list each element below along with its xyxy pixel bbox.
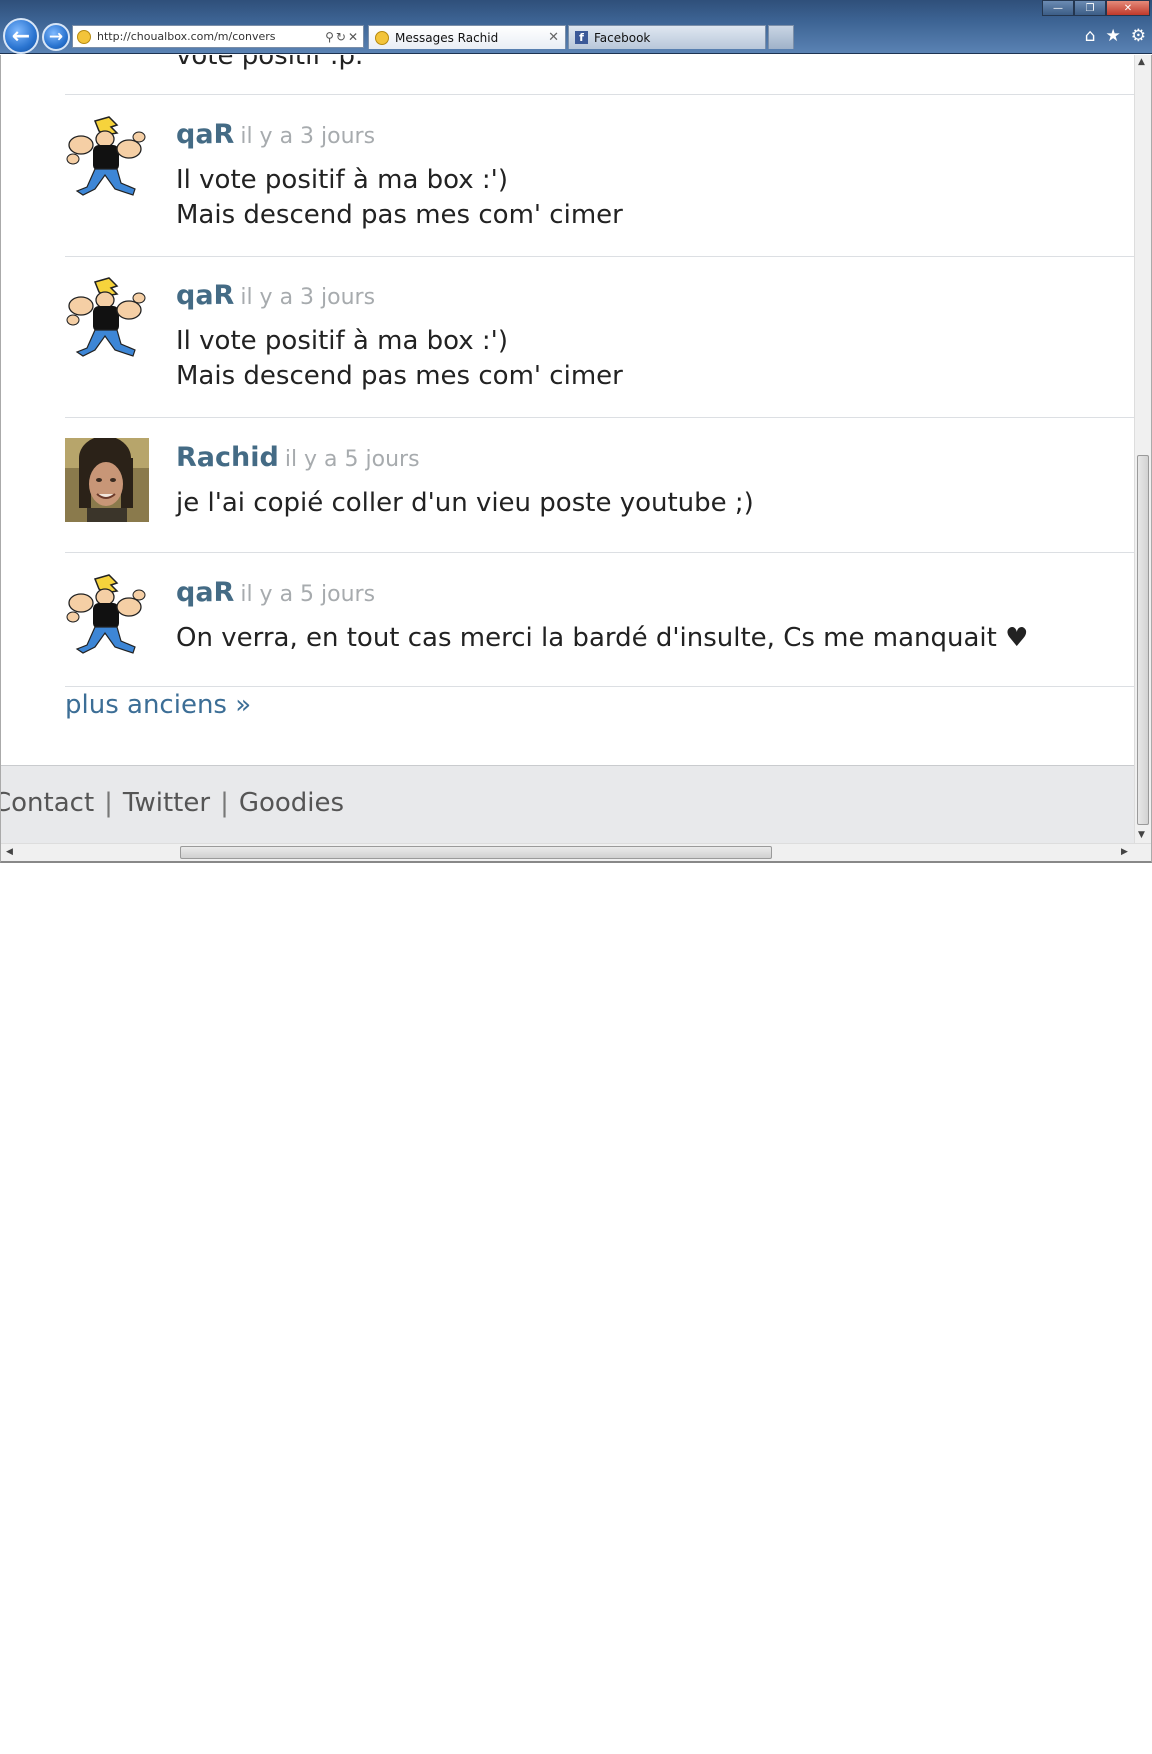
footer-links: Contact | Twitter | Goodies: [1, 788, 344, 818]
stop-icon[interactable]: ✕: [348, 30, 360, 44]
minimize-button[interactable]: —: [1042, 0, 1074, 16]
arrow-right-icon: →: [48, 27, 64, 47]
page-viewport: vote positif :p. qaR il y a 3 jours Il vo…: [0, 55, 1152, 863]
message-author[interactable]: qaR: [176, 119, 234, 150]
message-body: Rachid il y a 5 jours je l'ai copié colle…: [176, 438, 754, 521]
cartoon-avatar[interactable]: [65, 115, 149, 199]
cartoon-avatar[interactable]: [65, 573, 149, 657]
horizontal-scrollbar[interactable]: ◀ ▶: [1, 843, 1151, 861]
message-time: il y a 5 jours: [240, 582, 376, 607]
footer-link-contact[interactable]: Contact: [1, 788, 94, 818]
divider: [65, 256, 1135, 257]
horizontal-scroll-thumb[interactable]: [180, 846, 772, 859]
refresh-icon[interactable]: ↻: [336, 30, 348, 44]
message-text: Il vote positif à ma box :') Mais descen…: [176, 165, 623, 230]
message-time: il y a 3 jours: [240, 285, 376, 310]
footer-link-twitter[interactable]: Twitter: [123, 788, 210, 818]
browser-toolbar: ⌂ ★ ⚙: [1085, 26, 1146, 46]
scroll-left-icon[interactable]: ◀: [6, 847, 13, 857]
scroll-right-icon[interactable]: ▶: [1121, 847, 1128, 857]
message-time: il y a 3 jours: [240, 124, 376, 149]
divider: [65, 686, 1135, 687]
favorites-star-icon[interactable]: ★: [1106, 26, 1121, 46]
restore-button[interactable]: ❐: [1074, 0, 1106, 16]
page-footer: Contact | Twitter | Goodies: [1, 765, 1135, 843]
divider: [65, 94, 1135, 95]
message-body: qaR il y a 3 jours Il vote positif à ma b…: [176, 115, 623, 233]
vertical-scrollbar[interactable]: ▲ ▼: [1134, 55, 1151, 843]
address-url[interactable]: http://choualbox.com/m/convers: [97, 30, 322, 43]
photo-avatar[interactable]: [65, 438, 149, 522]
back-button[interactable]: ←: [3, 18, 39, 54]
close-tab-icon[interactable]: ✕: [548, 30, 559, 45]
scroll-up-icon[interactable]: ▲: [1138, 57, 1145, 67]
footer-separator: |: [104, 788, 113, 818]
message-body: qaR il y a 5 jours On verra, en tout cas …: [176, 573, 1028, 656]
tab-messages[interactable]: Messages Rachid ✕: [368, 25, 566, 49]
restore-icon: ❐: [1085, 2, 1095, 14]
tab-facebook[interactable]: f Facebook: [568, 25, 766, 49]
arrow-left-icon: ←: [11, 23, 31, 49]
new-tab-button[interactable]: [768, 25, 794, 49]
partial-message-text: vote positif :p.: [176, 55, 364, 71]
close-window-button[interactable]: ✕: [1106, 0, 1150, 16]
browser-titlebar: ← → http://choualbox.com/m/convers ⚲↻✕ M…: [0, 0, 1152, 54]
minimize-icon: —: [1053, 2, 1063, 14]
close-icon: ✕: [1123, 2, 1133, 14]
older-messages-link[interactable]: plus anciens »: [65, 690, 251, 720]
address-actions[interactable]: ⚲↻✕: [322, 30, 363, 44]
facebook-icon: f: [575, 31, 588, 44]
scroll-down-icon[interactable]: ▼: [1138, 830, 1145, 840]
message-text: je l'ai copié coller d'un vieu poste you…: [176, 488, 754, 518]
cartoon-avatar[interactable]: [65, 276, 149, 360]
forward-button[interactable]: →: [42, 23, 70, 51]
home-icon[interactable]: ⌂: [1085, 26, 1096, 46]
vertical-scroll-thumb[interactable]: [1137, 455, 1149, 825]
message-time: il y a 5 jours: [284, 447, 420, 472]
site-favicon-icon: [77, 29, 91, 44]
conversation-content: vote positif :p. qaR il y a 3 jours Il vo…: [1, 55, 1135, 843]
message-author[interactable]: Rachid: [176, 442, 279, 473]
tab-label: Facebook: [594, 30, 651, 45]
divider: [65, 552, 1135, 553]
message-body: qaR il y a 3 jours Il vote positif à ma b…: [176, 276, 623, 394]
search-icon[interactable]: ⚲: [325, 30, 336, 44]
message-text: On verra, en tout cas merci la bardé d'i…: [176, 623, 1029, 653]
message-author[interactable]: qaR: [176, 280, 234, 311]
footer-separator: |: [220, 788, 229, 818]
footer-link-goodies[interactable]: Goodies: [239, 788, 344, 818]
tab-label: Messages Rachid: [395, 30, 499, 45]
message-author[interactable]: qaR: [176, 577, 234, 608]
message-text: Il vote positif à ma box :') Mais descen…: [176, 326, 623, 391]
window-controls: — ❐ ✕: [1042, 0, 1150, 16]
divider: [65, 417, 1135, 418]
address-bar[interactable]: http://choualbox.com/m/convers ⚲↻✕: [72, 25, 364, 48]
settings-gear-icon[interactable]: ⚙: [1131, 26, 1146, 46]
site-favicon-icon: [375, 30, 389, 45]
